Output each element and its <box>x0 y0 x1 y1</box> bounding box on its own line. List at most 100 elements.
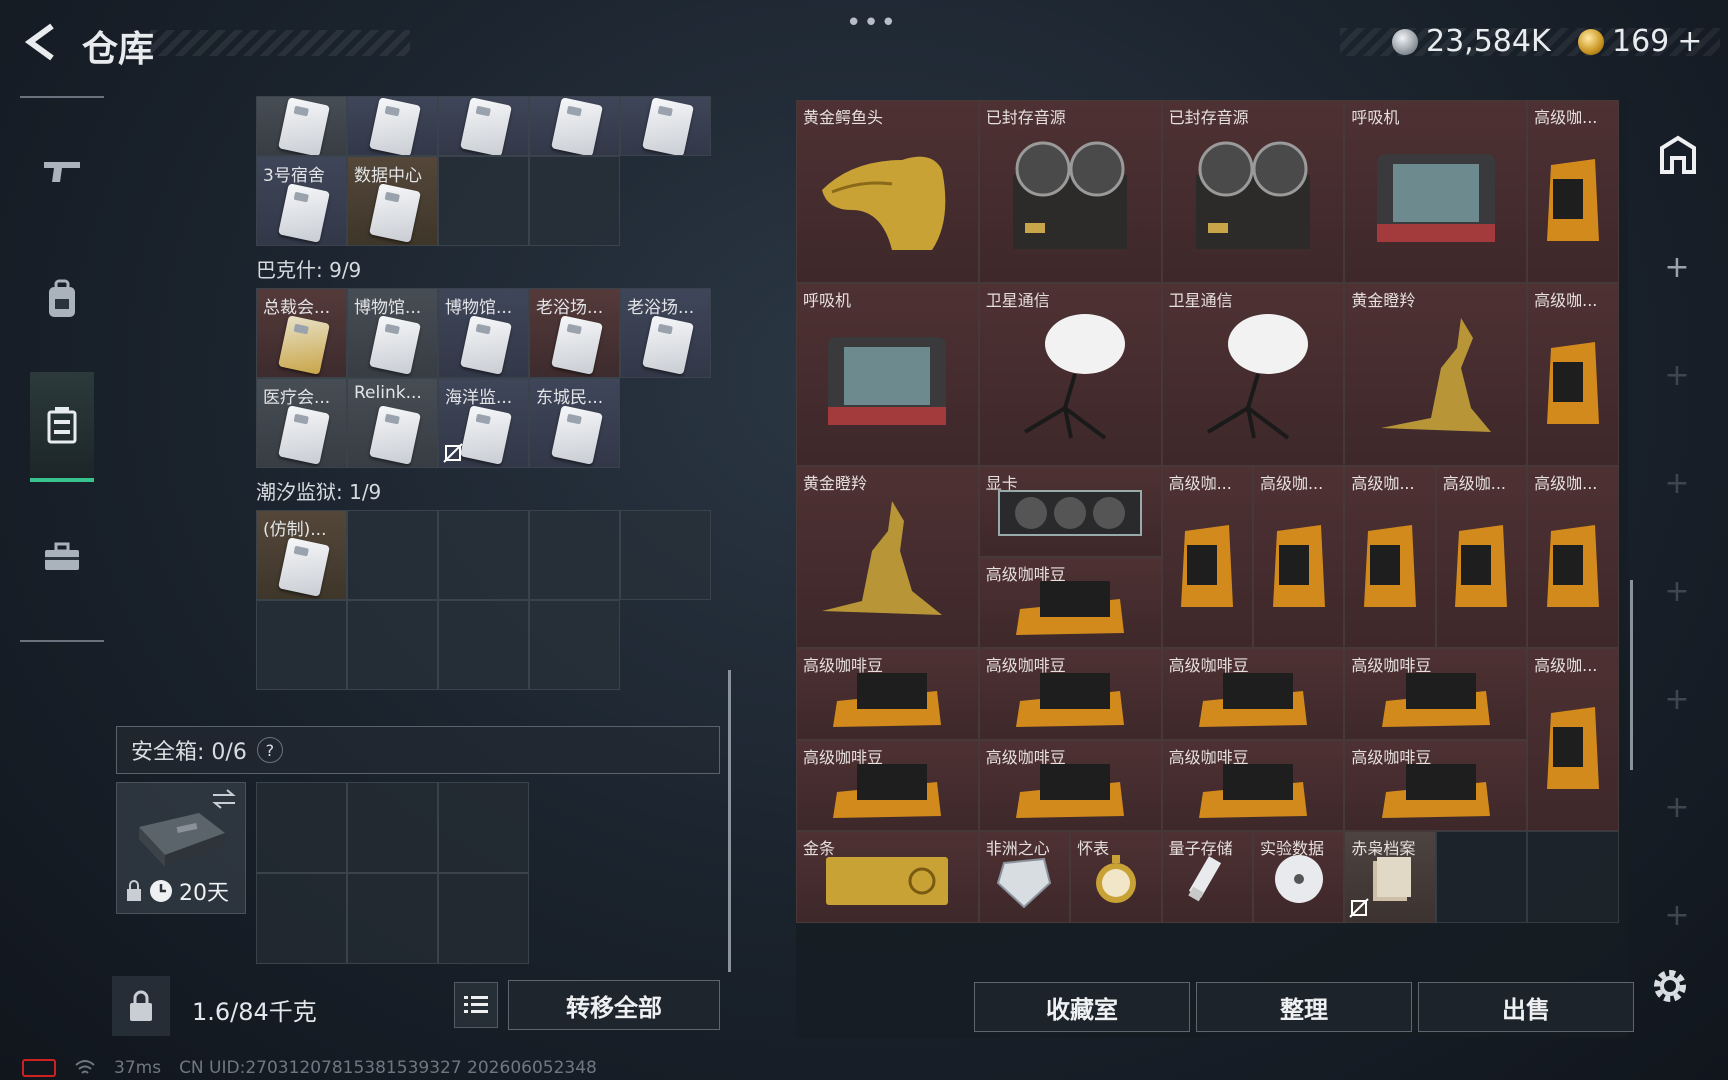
key-item[interactable]: 东城民... <box>529 378 620 468</box>
item-satcom-2[interactable]: 卫星通信 <box>1161 282 1345 466</box>
empty-slot[interactable] <box>347 600 438 690</box>
storage-home-icon[interactable] <box>1658 134 1698 174</box>
item-coffee-wide-3[interactable]: 高级咖啡豆 <box>1161 648 1345 740</box>
key-item[interactable]: 3号宿舍 <box>256 156 347 246</box>
item-coffee-wide-7[interactable]: 高级咖啡豆 <box>1161 739 1345 832</box>
nav-gear[interactable] <box>30 244 94 354</box>
key-item[interactable]: 医疗会... <box>256 378 347 468</box>
key-item[interactable] <box>347 96 438 156</box>
more-menu-dots[interactable]: ••• <box>846 8 898 38</box>
item-coffee-tall-6[interactable]: 高级咖... <box>1435 465 1528 649</box>
item-gold-bar[interactable]: 金条 <box>796 831 979 923</box>
item-satcom-1[interactable]: 卫星通信 <box>978 282 1162 466</box>
key-item[interactable] <box>620 96 711 156</box>
key-item[interactable]: 博物馆... <box>438 288 529 378</box>
empty-slot[interactable] <box>529 510 620 600</box>
locked-page-slot: + <box>1664 790 1690 825</box>
key-item[interactable] <box>256 96 347 156</box>
nav-toolbox[interactable] <box>30 502 94 612</box>
empty-slot[interactable] <box>347 873 438 964</box>
item-coffee-wide-1[interactable]: 高级咖啡豆 <box>796 648 979 740</box>
lock-button[interactable] <box>112 976 170 1036</box>
item-coffee-wide-0[interactable]: 高级咖啡豆 <box>978 556 1162 649</box>
item-coffee-tall-5[interactable]: 高级咖... <box>1344 465 1436 649</box>
right-scrollbar[interactable] <box>1630 580 1633 770</box>
empty-slot[interactable] <box>347 510 438 600</box>
reel-recorder-image <box>1195 141 1310 249</box>
coffee-bag-image <box>1364 524 1417 607</box>
item-coffee-tall-8[interactable]: 高级咖... <box>1527 648 1619 832</box>
key-item[interactable]: (仿制)... <box>256 510 347 600</box>
item-gold-croc-head[interactable]: 黄金鳄鱼头 <box>796 100 979 283</box>
item-coffee-wide-8[interactable]: 高级咖啡豆 <box>1344 739 1528 832</box>
collection-room-button[interactable]: 收藏室 <box>974 982 1190 1032</box>
empty-slot[interactable] <box>438 873 529 964</box>
empty-slot[interactable] <box>438 510 529 600</box>
item-heart-of-africa[interactable]: 非洲之心 <box>978 831 1071 923</box>
key-row-1: 3号宿舍 数据中心 <box>256 156 711 246</box>
back-arrow-icon[interactable] <box>20 20 64 64</box>
sort-button[interactable]: 整理 <box>1196 982 1412 1032</box>
key-item[interactable]: 老浴场... <box>620 288 711 378</box>
left-scrollbar[interactable] <box>728 670 731 972</box>
item-gold-gazelle-2[interactable]: 黄金瞪羚 <box>796 465 979 649</box>
key-item[interactable]: 数据中心 <box>347 156 438 246</box>
swap-icon[interactable] <box>211 789 237 809</box>
empty-slot[interactable] <box>256 600 347 690</box>
add-page-button[interactable]: + <box>1646 250 1708 285</box>
item-coffee-wide-4[interactable]: 高级咖啡豆 <box>1344 648 1528 740</box>
sell-button[interactable]: 出售 <box>1418 982 1634 1032</box>
item-coffee-wide-2[interactable]: 高级咖啡豆 <box>978 648 1162 740</box>
item-ventilator-1[interactable]: 呼吸机 <box>1344 100 1528 283</box>
empty-slot[interactable] <box>438 156 529 246</box>
item-sealed-audio-2[interactable]: 已封存音源 <box>1161 100 1345 283</box>
item-coffee-tall-1[interactable]: 高级咖... <box>1527 100 1619 283</box>
coffee-pack-image <box>833 764 942 819</box>
transfer-all-button[interactable]: 转移全部 <box>508 980 720 1030</box>
gold-add-button[interactable]: + <box>1677 24 1702 59</box>
empty-slot[interactable] <box>529 600 620 690</box>
item-coffee-tall-3[interactable]: 高级咖... <box>1161 465 1253 649</box>
empty-slot[interactable] <box>1527 831 1619 923</box>
key-item[interactable]: 博物馆... <box>347 288 438 378</box>
empty-slot[interactable] <box>347 782 438 873</box>
nav-storage[interactable] <box>30 372 94 482</box>
item-gold-gazelle-1[interactable]: 黄金瞪羚 <box>1344 282 1528 466</box>
safebox-case[interactable]: 20天 <box>116 782 246 914</box>
coffee-bag-image <box>1546 341 1599 424</box>
empty-slot[interactable] <box>256 873 347 964</box>
empty-slot[interactable] <box>529 156 620 246</box>
empty-slot[interactable] <box>438 782 529 873</box>
no-signal-icon <box>443 443 463 463</box>
item-gpu[interactable]: 显卡 <box>978 465 1162 557</box>
section-bakesh: 巴克什: 9/9 <box>256 258 362 282</box>
item-experiment-data[interactable]: 实验数据 <box>1252 831 1345 923</box>
no-slot <box>620 156 711 246</box>
item-ventilator-2[interactable]: 呼吸机 <box>796 282 979 466</box>
nav-weapon[interactable] <box>30 116 94 226</box>
item-coffee-wide-6[interactable]: 高级咖啡豆 <box>978 739 1162 832</box>
empty-slot[interactable] <box>256 782 347 873</box>
item-coffee-wide-5[interactable]: 高级咖啡豆 <box>796 739 979 832</box>
coffee-pack-image <box>1198 672 1307 727</box>
key-item[interactable]: Relink... <box>347 378 438 468</box>
empty-slot[interactable] <box>620 510 711 600</box>
list-view-button[interactable] <box>454 982 498 1028</box>
empty-slot[interactable] <box>1435 831 1528 923</box>
settings-gear-icon[interactable] <box>1650 966 1690 1006</box>
item-coffee-tall-7[interactable]: 高级咖... <box>1527 465 1619 649</box>
item-pocket-watch[interactable]: 怀表 <box>1070 831 1162 923</box>
key-item[interactable] <box>438 96 529 156</box>
key-item[interactable] <box>529 96 620 156</box>
key-item[interactable]: 总裁会... <box>256 288 347 378</box>
item-red-owl-file[interactable]: 赤枭档案 <box>1344 831 1436 923</box>
key-item[interactable]: 海洋监... <box>438 378 529 468</box>
empty-slot[interactable] <box>438 600 529 690</box>
item-sealed-audio-1[interactable]: 已封存音源 <box>978 100 1162 283</box>
item-quantum-storage[interactable]: 量子存储 <box>1161 831 1253 923</box>
key-item[interactable]: 老浴场... <box>529 288 620 378</box>
safebox-help-button[interactable]: ? <box>256 737 283 763</box>
item-coffee-tall-2[interactable]: 高级咖... <box>1527 282 1619 466</box>
item-coffee-tall-4[interactable]: 高级咖... <box>1252 465 1345 649</box>
gold-currency[interactable]: 169 + <box>1578 24 1702 59</box>
